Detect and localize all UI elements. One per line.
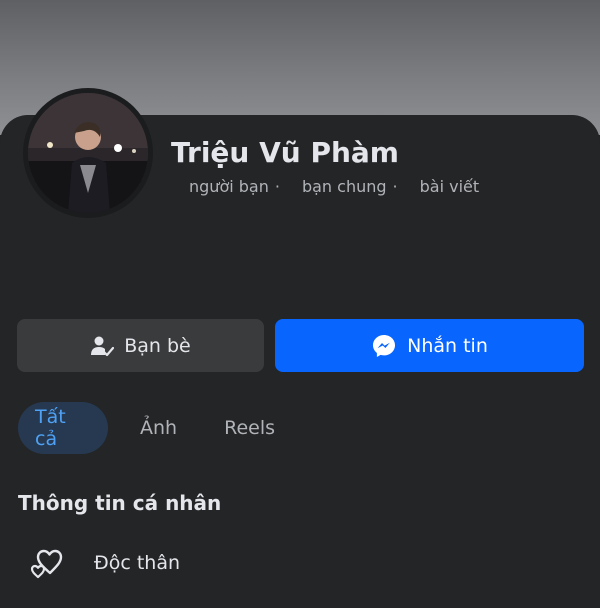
info-item-relationship[interactable]: Độc thân [28, 543, 180, 583]
relationship-status: Độc thân [94, 552, 181, 574]
stat-mutual-friends[interactable]: bạn chung · [302, 177, 398, 196]
friends-button[interactable]: Bạn bè [17, 319, 264, 372]
tab-reels[interactable]: Reels [207, 402, 292, 454]
message-button[interactable]: Nhắn tin [275, 319, 584, 372]
stat-friends[interactable]: người bạn · [189, 177, 280, 196]
profile-tabs: Tất cả Ảnh Reels [18, 402, 292, 454]
message-button-label: Nhắn tin [407, 334, 488, 357]
profile-stats: người bạn · bạn chung · bài viết [189, 177, 501, 196]
friends-button-label: Bạn bè [124, 334, 191, 357]
messenger-icon [373, 334, 396, 357]
avatar-photo [28, 93, 148, 213]
profile-name: Triệu Vũ Phàm [171, 136, 399, 169]
hearts-icon [30, 549, 63, 579]
tab-photos[interactable]: Ảnh [123, 402, 194, 454]
friend-check-icon [91, 336, 115, 356]
stat-posts[interactable]: bài viết [420, 177, 480, 196]
personal-info-title: Thông tin cá nhân [18, 491, 222, 515]
avatar[interactable] [23, 88, 153, 218]
tab-all[interactable]: Tất cả [18, 402, 108, 454]
